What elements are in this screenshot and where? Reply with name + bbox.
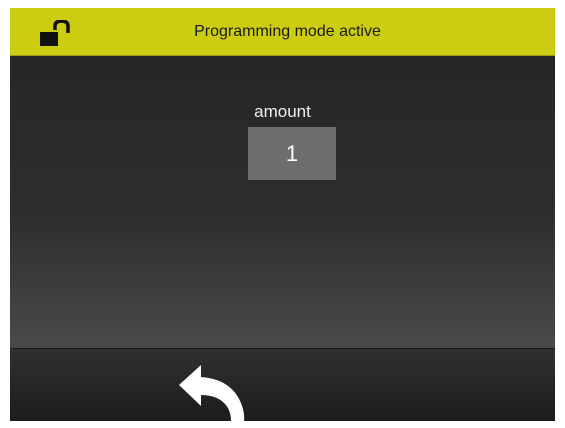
amount-label: amount xyxy=(254,102,311,121)
main-panel: amount 1 xyxy=(10,56,555,348)
back-button[interactable] xyxy=(173,365,253,421)
device-screen: Programming mode active amount 1 xyxy=(10,8,555,421)
back-arrow-icon xyxy=(173,365,253,421)
status-title: Programming mode active xyxy=(194,23,381,40)
amount-value-field[interactable]: 1 xyxy=(248,127,336,180)
bottom-bar xyxy=(10,348,555,421)
status-bar: Programming mode active xyxy=(10,8,555,56)
